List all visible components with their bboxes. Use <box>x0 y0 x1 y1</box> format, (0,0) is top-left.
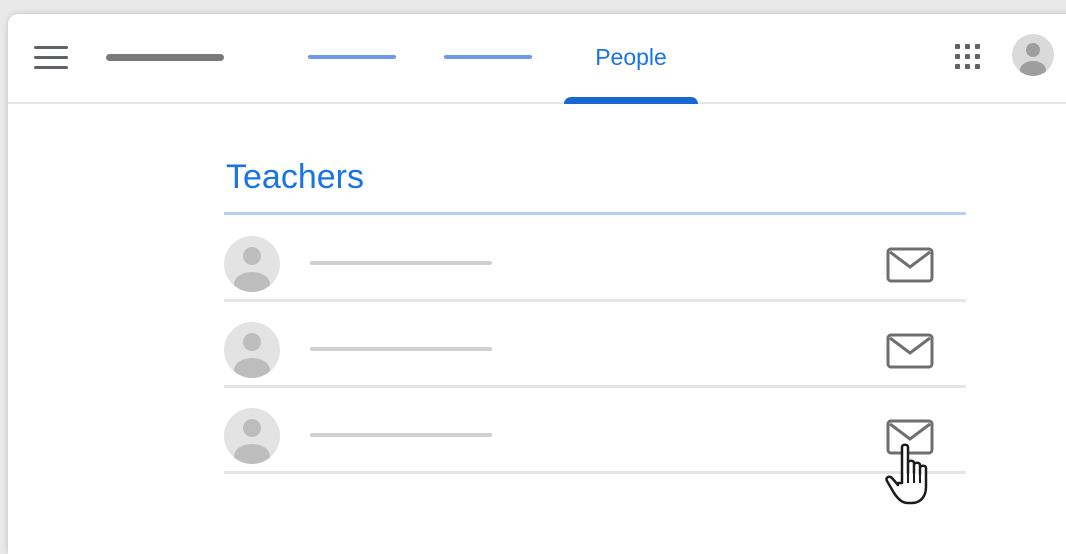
mail-icon <box>886 419 934 455</box>
mail-icon <box>886 333 934 369</box>
person-icon <box>1020 43 1046 76</box>
apps-grid-icon[interactable] <box>955 44 981 70</box>
active-tab-indicator <box>564 97 698 104</box>
section-divider <box>224 212 966 215</box>
email-teacher-button[interactable] <box>886 247 934 283</box>
person-icon <box>234 419 270 464</box>
teacher-row <box>224 302 966 388</box>
account-avatar[interactable] <box>1012 34 1054 76</box>
tab-label <box>308 55 396 59</box>
app-title <box>106 54 224 61</box>
tab-classwork[interactable] <box>440 14 532 102</box>
teacher-avatar <box>224 322 280 378</box>
teacher-name <box>310 433 492 437</box>
person-icon <box>234 333 270 378</box>
tab-label <box>444 55 532 59</box>
teacher-name <box>310 261 492 265</box>
email-teacher-button[interactable] <box>886 419 934 455</box>
teacher-avatar <box>224 236 280 292</box>
teacher-name <box>310 347 492 351</box>
teacher-row <box>224 216 966 302</box>
tab-people[interactable]: People <box>564 14 698 104</box>
row-divider <box>224 471 966 474</box>
tab-stream[interactable] <box>304 14 396 102</box>
app-window: People Teachers <box>8 14 1066 554</box>
section-title-teachers: Teachers <box>226 158 364 196</box>
email-teacher-button[interactable] <box>886 333 934 369</box>
person-icon <box>234 247 270 292</box>
teacher-avatar <box>224 408 280 464</box>
top-app-bar: People <box>8 14 1066 104</box>
tab-people-label: People <box>595 44 667 70</box>
mail-icon <box>886 247 934 283</box>
teacher-row <box>224 388 966 474</box>
hamburger-menu-icon[interactable] <box>34 46 68 70</box>
